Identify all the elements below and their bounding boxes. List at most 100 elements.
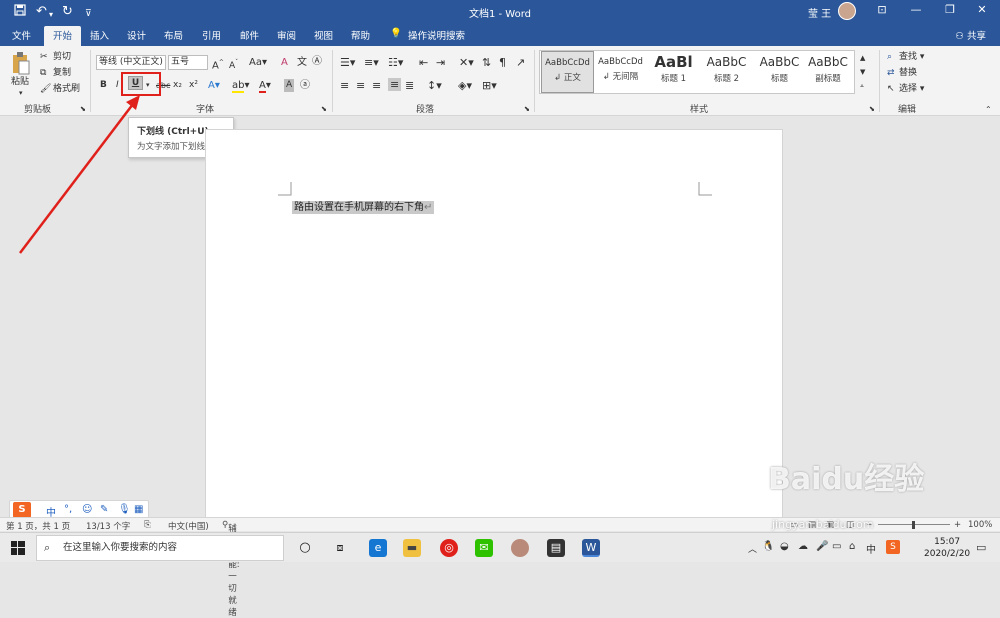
collapse-ribbon-icon[interactable]: ⌃ bbox=[985, 103, 992, 116]
chinese-layout-icon[interactable]: ✕▾ bbox=[459, 56, 474, 69]
zoom-in-icon[interactable]: + bbox=[954, 520, 961, 530]
show-hidden-icons[interactable]: ︿ bbox=[748, 542, 757, 555]
tab-view[interactable]: 视图 bbox=[314, 28, 333, 42]
emoji-icon[interactable]: ☺ bbox=[82, 504, 92, 515]
enclose-char-icon[interactable]: Ⓐ bbox=[312, 55, 322, 68]
tab-review[interactable]: 审阅 bbox=[277, 28, 296, 42]
phonetic-guide-icon[interactable]: 文 bbox=[297, 56, 307, 69]
tab-references[interactable]: 引用 bbox=[202, 28, 221, 42]
styles-launcher-icon[interactable]: ⬊ bbox=[869, 103, 875, 116]
zoom-thumb[interactable] bbox=[912, 521, 915, 529]
language[interactable]: 中文(中国) bbox=[168, 520, 209, 532]
styles-more-icon[interactable]: ⩡ bbox=[860, 80, 864, 93]
tab-home[interactable]: 开始 bbox=[44, 26, 82, 46]
font-launcher-icon[interactable]: ⬊ bbox=[321, 103, 327, 116]
char-shading-icon[interactable]: A bbox=[284, 79, 295, 92]
copy-button[interactable]: 复制 bbox=[53, 67, 71, 79]
tab-file[interactable]: 文件 bbox=[12, 28, 31, 42]
grow-font-icon[interactable]: A^ bbox=[212, 56, 224, 72]
ime-indicator[interactable]: 中 bbox=[866, 541, 876, 556]
shading-icon[interactable]: ◈▾ bbox=[458, 79, 472, 92]
tell-me-search[interactable]: 操作说明搜索 bbox=[408, 28, 465, 42]
cut-button[interactable]: 剪切 bbox=[53, 51, 71, 63]
qq-icon[interactable]: 🐧 bbox=[762, 541, 774, 552]
battery-icon[interactable]: ▭ bbox=[832, 541, 841, 552]
taskbar-search-input[interactable]: 在这里输入你要搜索的内容 bbox=[36, 535, 284, 561]
font-size-combo[interactable]: 五号 bbox=[168, 55, 208, 70]
increase-indent-icon[interactable]: ⇥ bbox=[436, 56, 445, 69]
char-border-icon[interactable]: ⓐ bbox=[300, 79, 310, 92]
toolbox-icon[interactable]: ▦ bbox=[134, 504, 143, 515]
borders-icon[interactable]: ⊞▾ bbox=[482, 79, 497, 92]
close-icon[interactable]: ✕ bbox=[972, 3, 992, 16]
style-subtitle[interactable]: AaBbC 副标题 bbox=[803, 51, 853, 93]
asian-typography-icon[interactable]: ↗ bbox=[516, 56, 525, 69]
style-no-spacing[interactable]: AaBbCcDd ↲ 无间隔 bbox=[594, 51, 647, 93]
styles-scroll-down-icon[interactable]: ▼ bbox=[860, 66, 865, 79]
paste-dropdown-icon[interactable]: ▾ bbox=[19, 87, 23, 99]
show-marks-icon[interactable]: ¶ bbox=[499, 56, 506, 69]
tab-help[interactable]: 帮助 bbox=[351, 28, 370, 42]
font-color-icon[interactable]: A▾ bbox=[259, 79, 271, 93]
punctuation-icon[interactable]: °, bbox=[64, 504, 72, 515]
change-case-icon[interactable]: Aa▾ bbox=[249, 56, 267, 69]
style-heading-2[interactable]: AaBbC 标题 2 bbox=[700, 51, 753, 93]
paragraph-launcher-icon[interactable]: ⬊ bbox=[524, 103, 530, 116]
wechat-icon[interactable]: ✉ bbox=[475, 539, 493, 557]
tab-layout[interactable]: 布局 bbox=[164, 28, 183, 42]
word-app-icon[interactable]: W bbox=[582, 539, 600, 557]
style-normal[interactable]: AaBbCcDd ↲ 正文 bbox=[541, 51, 594, 93]
align-center-icon[interactable]: ≡ bbox=[356, 79, 365, 92]
tab-design[interactable]: 设计 bbox=[127, 28, 146, 42]
superscript-button[interactable]: x² bbox=[189, 79, 198, 92]
windows-start-icon[interactable] bbox=[11, 541, 25, 558]
bold-button[interactable]: B bbox=[100, 79, 107, 92]
restore-icon[interactable]: ❐ bbox=[940, 3, 960, 16]
ribbon-display-icon[interactable]: ⊡ bbox=[872, 3, 892, 16]
clipboard-launcher-icon[interactable]: ⬊ bbox=[80, 103, 86, 116]
edge-browser-icon[interactable]: e bbox=[369, 539, 387, 557]
user-name[interactable]: 莹 王 bbox=[808, 5, 831, 20]
microphone-icon[interactable]: 🎤 bbox=[816, 541, 828, 552]
justify-icon[interactable]: ≡ bbox=[388, 78, 402, 91]
minimize-icon[interactable]: — bbox=[906, 3, 926, 16]
document-text[interactable]: 路由设置在手机屏幕的右下角↵ bbox=[292, 201, 435, 214]
file-explorer-icon[interactable]: ▬ bbox=[403, 539, 421, 557]
proofing-icon[interactable]: ⎘ bbox=[144, 520, 151, 530]
text-effects-icon[interactable]: A▾ bbox=[208, 79, 220, 92]
style-heading-1[interactable]: AaBl 标题 1 bbox=[647, 51, 700, 93]
netease-music-icon[interactable]: ◎ bbox=[440, 539, 458, 557]
share-button[interactable]: ⚇ 共享 bbox=[955, 28, 986, 42]
document-page[interactable]: 路由设置在手机屏幕的右下角↵ bbox=[205, 129, 783, 521]
page-count[interactable]: 第 1 页，共 1 页 bbox=[6, 520, 70, 532]
notification-icon[interactable]: ▭ bbox=[976, 541, 986, 554]
font-name-combo[interactable]: 等线 (中文正文) bbox=[96, 55, 166, 70]
accessibility-status[interactable]: ⚲ 辅助功能: 一切就绪 bbox=[222, 520, 240, 618]
clear-format-icon[interactable]: A bbox=[281, 56, 288, 69]
app-avatar-icon[interactable] bbox=[511, 539, 529, 557]
sort-icon[interactable]: ⇅ bbox=[482, 56, 491, 69]
voice-icon[interactable]: 🎙 bbox=[118, 504, 131, 515]
find-button[interactable]: 查找 ▾ bbox=[899, 51, 924, 63]
clock[interactable]: 15:07 2020/2/20 bbox=[924, 536, 970, 560]
align-left-icon[interactable]: ≡ bbox=[340, 79, 349, 92]
tab-insert[interactable]: 插入 bbox=[90, 28, 109, 42]
paste-icon[interactable] bbox=[11, 51, 31, 75]
bullets-icon[interactable]: ☰▾ bbox=[340, 56, 355, 69]
word-count[interactable]: 13/13 个字 bbox=[86, 520, 130, 532]
sogou-tray-icon[interactable]: S bbox=[886, 540, 900, 554]
subscript-button[interactable]: x₂ bbox=[173, 79, 182, 92]
zoom-level[interactable]: 100% bbox=[968, 520, 992, 530]
select-button[interactable]: 选择 ▾ bbox=[899, 83, 924, 95]
avatar[interactable] bbox=[838, 2, 856, 20]
italic-button[interactable]: I bbox=[116, 79, 119, 92]
style-title[interactable]: AaBbC 标题 bbox=[753, 51, 806, 93]
baidu-netdisk-icon[interactable]: ◒ bbox=[780, 541, 789, 552]
tab-mailings[interactable]: 邮件 bbox=[240, 28, 259, 42]
numbering-icon[interactable]: ≡▾ bbox=[364, 56, 379, 69]
format-painter-button[interactable]: 格式刷 bbox=[53, 83, 80, 95]
cortana-icon[interactable]: ○ bbox=[296, 539, 314, 557]
decrease-indent-icon[interactable]: ⇤ bbox=[419, 56, 428, 69]
styles-scroll-up-icon[interactable]: ▲ bbox=[860, 52, 865, 65]
align-right-icon[interactable]: ≡ bbox=[372, 79, 381, 92]
